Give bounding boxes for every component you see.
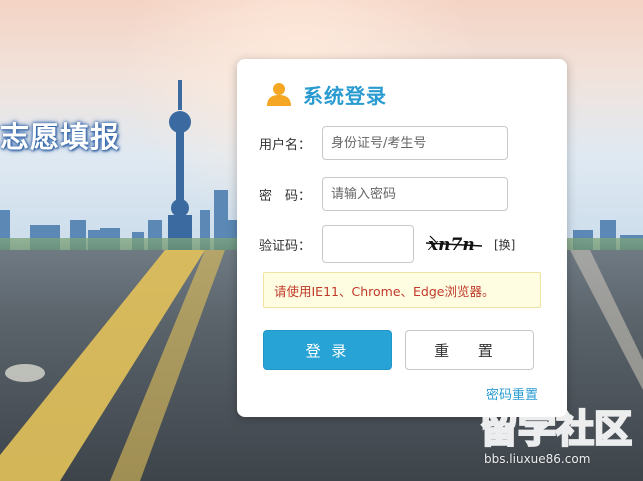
- captcha-row: 验证码： xn7n [换]: [259, 225, 515, 263]
- browser-notice: 请使用IE11、Chrome、Edge浏览器。: [263, 272, 541, 308]
- svg-text:留学社区: 留学社区: [480, 407, 632, 450]
- login-button[interactable]: 登 录: [263, 330, 392, 370]
- username-row: 用户名：: [259, 124, 508, 162]
- captcha-input[interactable]: [322, 225, 414, 263]
- username-label: 用户名：: [259, 137, 312, 153]
- login-title: 系统登录: [303, 83, 387, 108]
- password-label: 密 码：: [259, 188, 312, 204]
- password-input[interactable]: [322, 177, 508, 211]
- login-card: 系统登录 用户名： 密 码： 验证码： xn7n [换] 请使用IE11、Chr…: [237, 59, 567, 417]
- watermark-url: bbs.liuxue86.com: [484, 452, 591, 466]
- username-input[interactable]: [322, 126, 508, 160]
- reset-button[interactable]: 重 置: [405, 330, 534, 370]
- login-card-header: 系统登录: [267, 79, 387, 109]
- captcha-refresh-link[interactable]: [换]: [494, 236, 515, 253]
- password-row: 密 码：: [259, 175, 508, 213]
- page-heading: 志愿填报: [0, 120, 121, 154]
- captcha-label: 验证码：: [259, 238, 312, 254]
- reset-password-link[interactable]: 密码重置: [486, 384, 538, 403]
- user-icon: [267, 83, 291, 106]
- captcha-image[interactable]: xn7n: [426, 232, 484, 256]
- watermark-logo: 留学社区: [480, 406, 633, 450]
